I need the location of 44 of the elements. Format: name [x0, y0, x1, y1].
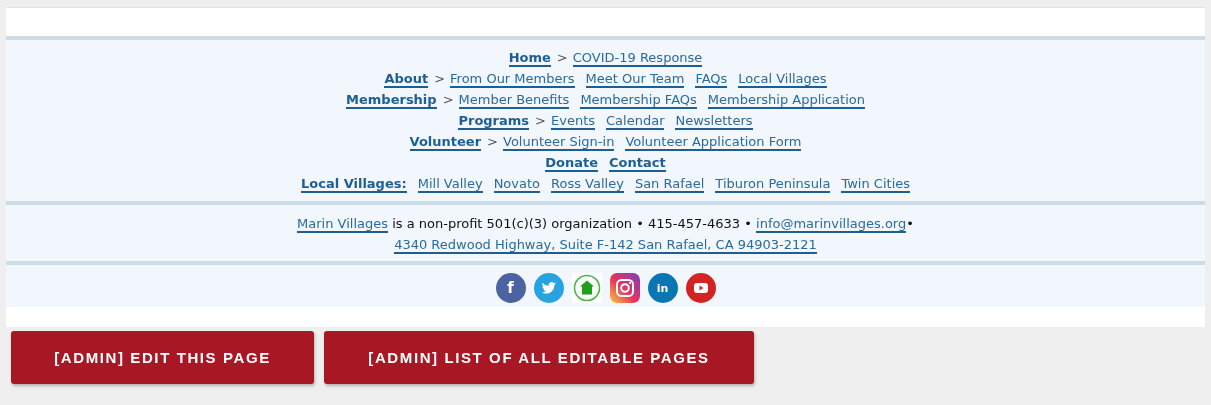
facebook-icon[interactable]: f — [495, 273, 526, 303]
nav-link[interactable]: FAQs — [695, 71, 728, 88]
nav-link[interactable]: Tiburon Peninsula — [715, 176, 831, 193]
email-link[interactable]: info@marinvillages.org — [756, 216, 907, 233]
nav-link[interactable]: From Our Members — [450, 71, 575, 88]
nav-link[interactable]: Calendar — [606, 113, 665, 130]
nav-link[interactable]: Volunteer Sign-in — [503, 134, 615, 151]
nav-section-link[interactable]: Contact — [609, 155, 666, 172]
nav-section-link[interactable]: About — [384, 71, 429, 88]
breadcrumb-separator: > — [487, 134, 498, 149]
breadcrumb-separator: > — [434, 71, 446, 86]
nav-link[interactable]: Ross Valley — [551, 176, 624, 193]
nav-link[interactable]: Twin Cities — [841, 176, 911, 193]
nav-link[interactable]: Membership FAQs — [580, 92, 697, 109]
breadcrumb-separator: > — [442, 92, 454, 107]
nav-section-link[interactable]: Programs — [458, 113, 530, 130]
org-info-text: Marin Villages is a non-profit 501(c)(3) organization • 415-457-4633 • info@marinvillages.org• — [296, 215, 915, 233]
breadcrumb-separator: > — [535, 113, 546, 128]
admin-button[interactable]: [ADMIN] EDIT THIS PAGE — [11, 331, 314, 384]
nav-link[interactable]: Mill Valley — [417, 176, 483, 193]
nav-link[interactable]: COVID-19 Response — [572, 50, 703, 67]
nav-link[interactable]: Events — [551, 113, 595, 130]
org-name-link[interactable]: Marin Villages — [297, 216, 389, 233]
nav-link[interactable]: Member Benefits — [458, 92, 570, 109]
nav-link[interactable]: Local Villages — [738, 71, 827, 88]
nav-section-link[interactable]: Volunteer — [409, 134, 482, 151]
house-icon[interactable] — [571, 273, 602, 303]
nav-link[interactable]: Novato — [493, 176, 541, 193]
nav-link[interactable]: Newsletters — [675, 113, 753, 130]
nav-link[interactable]: San Rafael — [634, 176, 705, 193]
nav-section-link[interactable]: Donate — [545, 155, 599, 172]
youtube-icon[interactable] — [685, 273, 716, 303]
linkedin-icon[interactable]: in — [647, 273, 678, 303]
nav-section-link[interactable]: Membership — [346, 92, 437, 109]
twitter-icon[interactable] — [533, 273, 564, 303]
nav-link[interactable]: Volunteer Application Form — [625, 134, 802, 151]
address-link[interactable]: 4340 Redwood Highway, Suite F-142 San Rafael, CA 94903-2121 — [394, 237, 817, 254]
admin-button[interactable]: [ADMIN] LIST OF ALL EDITABLE PAGES — [324, 331, 754, 384]
instagram-icon[interactable] — [609, 273, 640, 303]
nav-section-link[interactable]: Local Villages: — [300, 176, 407, 193]
nav-link[interactable]: Membership Application — [707, 92, 865, 109]
nav-link[interactable]: Meet Our Team — [585, 71, 685, 88]
nav-section-link[interactable]: Home — [508, 50, 551, 67]
breadcrumb-separator: > — [556, 50, 568, 65]
